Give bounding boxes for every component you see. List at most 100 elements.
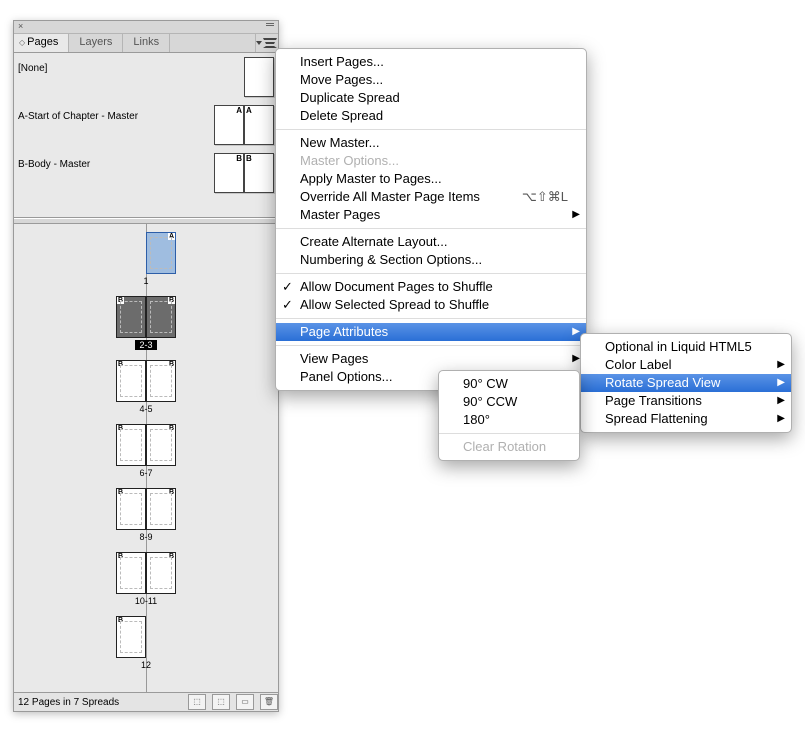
- edit-page-size-icon[interactable]: ⬚: [188, 694, 206, 710]
- spread[interactable]: A1: [116, 232, 176, 286]
- menu-item[interactable]: 90° CW: [439, 375, 579, 393]
- menu-item-label: Clear Rotation: [463, 439, 546, 454]
- menu-item[interactable]: Move Pages...: [276, 71, 586, 89]
- panel-context-menu: Insert Pages... Move Pages... Duplicate Sp…: [275, 48, 587, 391]
- page-thumbnail[interactable]: B: [116, 296, 146, 338]
- menu-item-label: 90° CW: [463, 376, 508, 391]
- panel-tabs: ◇Pages Layers Links: [14, 34, 278, 53]
- menu-item-label: Spread Flattening: [605, 411, 708, 426]
- menu-item[interactable]: Optional in Liquid HTML5: [581, 338, 791, 356]
- spread[interactable]: BB 4-5: [116, 360, 176, 414]
- panel-top-bar[interactable]: ×: [14, 21, 278, 34]
- menu-item[interactable]: Page Transitions▶: [581, 392, 791, 410]
- spread[interactable]: BB 10-11: [116, 552, 176, 606]
- document-pages-area[interactable]: A1BB2-3BB4-5BB6-7BB8-9BB10-11B12: [14, 224, 278, 693]
- menu-item[interactable]: Insert Pages...: [276, 53, 586, 71]
- submenu-arrow-icon: ▶: [777, 374, 785, 392]
- trash-icon[interactable]: 🗑: [260, 694, 278, 710]
- menu-item[interactable]: ✓ Allow Document Pages to Shuffle: [276, 278, 586, 296]
- master-letter: B: [246, 154, 252, 163]
- menu-item-label: Page Attributes: [300, 324, 388, 339]
- menu-item-label: Panel Options...: [300, 369, 393, 384]
- master-thumb-spread[interactable]: A A: [214, 105, 274, 145]
- menu-item[interactable]: Duplicate Spread: [276, 89, 586, 107]
- menu-item-label: Apply Master to Pages...: [300, 171, 442, 186]
- page-thumbnail[interactable]: B: [146, 552, 176, 594]
- submenu-arrow-icon: ▶: [777, 356, 785, 374]
- menu-item[interactable]: Color Label▶: [581, 356, 791, 374]
- menu-item-label: Override All Master Page Items: [300, 189, 480, 204]
- menu-item[interactable]: Delete Spread: [276, 107, 586, 125]
- check-icon: ✓: [282, 278, 293, 296]
- new-page-icon[interactable]: ⬚: [212, 694, 230, 710]
- spread[interactable]: BB 8-9: [116, 488, 176, 542]
- menu-item[interactable]: View Pages ▶: [276, 350, 586, 368]
- submenu-arrow-icon: ▶: [777, 410, 785, 428]
- spread-label[interactable]: 4-5: [139, 404, 152, 414]
- spread-label[interactable]: 10-11: [135, 596, 157, 606]
- submenu-arrow-icon: ▶: [777, 392, 785, 410]
- menu-item[interactable]: Spread Flattening ▶: [581, 410, 791, 428]
- spread[interactable]: BB 6-7: [116, 424, 176, 478]
- menu-item-label: Rotate Spread View: [605, 375, 720, 390]
- tab-pages[interactable]: ◇Pages: [14, 34, 69, 52]
- master-row[interactable]: B-Body - Master B B: [18, 153, 274, 193]
- master-letter: B: [236, 154, 242, 163]
- menu-item-label: Optional in Liquid HTML5: [605, 339, 752, 354]
- menu-item-label: Master Pages: [300, 207, 380, 222]
- menu-item-label: Numbering & Section Options...: [300, 252, 482, 267]
- spread-label[interactable]: 8-9: [139, 532, 152, 542]
- rotate-spread-submenu: 90° CW 90° CCW180° Clear Rotation: [438, 370, 580, 461]
- page-thumbnail[interactable]: B: [116, 360, 146, 402]
- master-label: A-Start of Chapter - Master: [18, 105, 138, 122]
- page-thumbnail[interactable]: B: [146, 296, 176, 338]
- menu-item[interactable]: Page Attributes▶: [276, 323, 586, 341]
- tab-layers[interactable]: Layers: [69, 34, 123, 52]
- spread-label[interactable]: 6-7: [139, 468, 152, 478]
- menu-item-label: Duplicate Spread: [300, 90, 400, 105]
- tab-links[interactable]: Links: [123, 34, 170, 52]
- menu-item-label: Delete Spread: [300, 108, 383, 123]
- menu-item-label: New Master...: [300, 135, 379, 150]
- page-thumbnail[interactable]: B: [146, 488, 176, 530]
- menu-item-label: View Pages: [300, 351, 368, 366]
- menu-item[interactable]: Create Alternate Layout...: [276, 233, 586, 251]
- menu-item[interactable]: Apply Master to Pages...: [276, 170, 586, 188]
- menu-item: Clear Rotation: [439, 438, 579, 456]
- menu-item[interactable]: Numbering & Section Options...: [276, 251, 586, 269]
- spread[interactable]: BB 2-3: [116, 296, 176, 350]
- menu-item[interactable]: Master Pages▶: [276, 206, 586, 224]
- master-row[interactable]: [None]: [18, 57, 274, 97]
- menu-item[interactable]: Override All Master Page Items⌥⇧⌘L: [276, 188, 586, 206]
- master-letter: A: [236, 106, 242, 115]
- page-thumbnail[interactable]: B: [116, 552, 146, 594]
- spread[interactable]: B 12: [116, 616, 176, 670]
- collapse-icon[interactable]: [266, 23, 274, 26]
- new-page-icon[interactable]: ▭: [236, 694, 254, 710]
- menu-item[interactable]: Rotate Spread View ▶: [581, 374, 791, 392]
- submenu-arrow-icon: ▶: [572, 350, 580, 368]
- master-thumb-spread[interactable]: B B: [214, 153, 274, 193]
- page-thumbnail[interactable]: B: [146, 424, 176, 466]
- spread-label[interactable]: 12: [141, 660, 151, 670]
- menu-item[interactable]: New Master...: [276, 134, 586, 152]
- menu-item[interactable]: 180°: [439, 411, 579, 429]
- spread-label[interactable]: 1: [143, 276, 148, 286]
- menu-item-label: Allow Document Pages to Shuffle: [300, 279, 493, 294]
- masters-section: [None] A-Start of Chapter - Master A A B…: [14, 53, 278, 218]
- menu-item-label: Move Pages...: [300, 72, 383, 87]
- page-thumbnail[interactable]: A: [146, 232, 176, 274]
- panel-menu-button[interactable]: [255, 34, 278, 52]
- page-thumbnail[interactable]: B: [146, 360, 176, 402]
- page-thumbnail[interactable]: B: [116, 424, 146, 466]
- master-row[interactable]: A-Start of Chapter - Master A A: [18, 105, 274, 145]
- spread-label[interactable]: 2-3: [135, 340, 156, 350]
- page-thumbnail[interactable]: B: [116, 488, 146, 530]
- menu-item: Master Options...: [276, 152, 586, 170]
- master-thumb[interactable]: [244, 57, 274, 97]
- close-icon[interactable]: ×: [18, 21, 23, 31]
- menu-item-label: Insert Pages...: [300, 54, 384, 69]
- page-thumbnail[interactable]: B: [116, 616, 146, 658]
- menu-item[interactable]: 90° CCW: [439, 393, 579, 411]
- menu-item[interactable]: ✓Allow Selected Spread to Shuffle: [276, 296, 586, 314]
